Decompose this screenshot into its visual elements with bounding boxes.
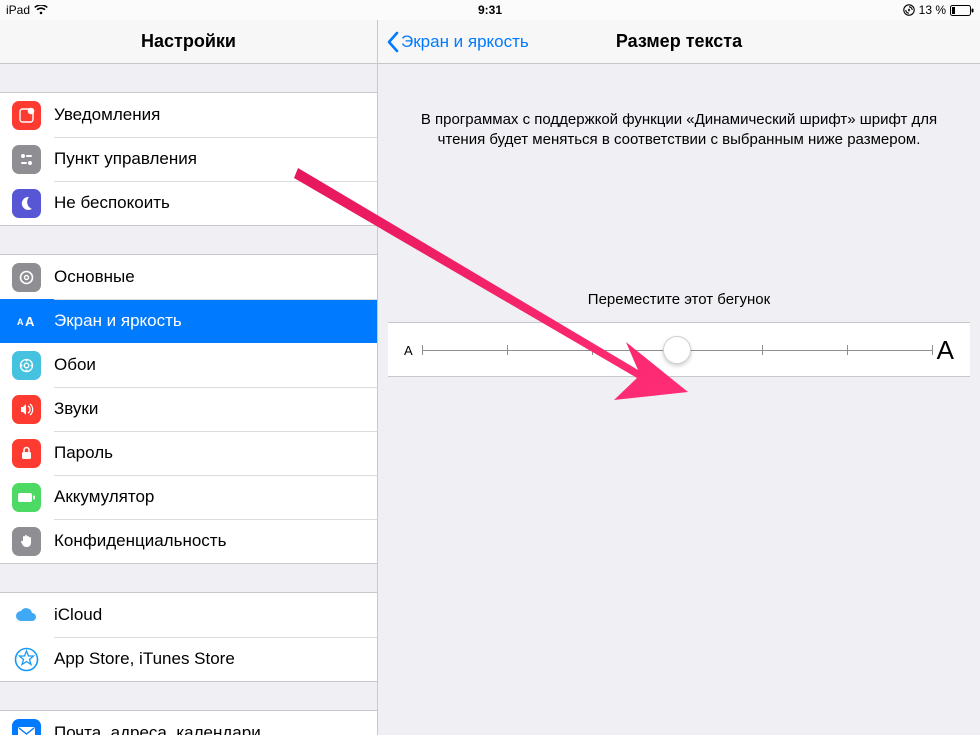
clock: 9:31 — [478, 0, 502, 20]
sidebar-item-notifications[interactable]: Уведомления — [0, 93, 377, 137]
chevron-left-icon — [386, 31, 399, 53]
sidebar: Настройки Уведомления Пункт управления — [0, 20, 378, 735]
sidebar-item-display[interactable]: AA Экран и яркость — [0, 299, 377, 343]
slider-tick — [592, 345, 593, 355]
sidebar-item-label: Почта, адреса, календари — [54, 723, 261, 735]
icloud-icon — [12, 601, 41, 630]
sidebar-item-battery[interactable]: Аккумулятор — [0, 475, 377, 519]
status-right: 13 % — [903, 0, 974, 20]
sidebar-item-label: Основные — [54, 267, 135, 287]
text-size-slider[interactable] — [422, 335, 932, 365]
description-text: В программах с поддержкой функции «Динам… — [378, 64, 980, 171]
sidebar-title: Настройки — [0, 20, 377, 64]
wifi-icon — [34, 5, 48, 15]
sidebar-item-wallpaper[interactable]: Обои — [0, 343, 377, 387]
battery-icon — [950, 5, 974, 16]
slider-tick — [932, 345, 933, 355]
sidebar-item-icloud[interactable]: iCloud — [0, 593, 377, 637]
svg-text:A: A — [25, 314, 35, 328]
slider-tick — [762, 345, 763, 355]
slider-tick — [422, 345, 423, 355]
sidebar-item-label: Пункт управления — [54, 149, 197, 169]
battery-large-icon — [12, 483, 41, 512]
device-name: iPad — [6, 0, 30, 20]
lock-icon — [12, 439, 41, 468]
sidebar-item-control-center[interactable]: Пункт управления — [0, 137, 377, 181]
slider-min-label: A — [404, 343, 422, 358]
wallpaper-icon — [12, 351, 41, 380]
dnd-icon — [12, 189, 41, 218]
hand-icon — [12, 527, 41, 556]
sidebar-item-label: Пароль — [54, 443, 113, 463]
sidebar-item-passcode[interactable]: Пароль — [0, 431, 377, 475]
sidebar-item-label: Экран и яркость — [54, 311, 182, 331]
status-left: iPad — [6, 0, 48, 20]
sidebar-item-label: Не беспокоить — [54, 193, 170, 213]
back-label: Экран и яркость — [401, 32, 529, 52]
battery-percent: 13 % — [919, 0, 946, 20]
sidebar-item-dnd[interactable]: Не беспокоить — [0, 181, 377, 225]
appstore-icon — [12, 645, 41, 674]
detail-pane: Экран и яркость Размер текста В программ… — [378, 20, 980, 735]
detail-title: Размер текста — [616, 31, 742, 52]
back-button[interactable]: Экран и яркость — [386, 20, 529, 64]
sidebar-item-sounds[interactable]: Звуки — [0, 387, 377, 431]
sidebar-item-label: Звуки — [54, 399, 98, 419]
sidebar-item-label: iCloud — [54, 605, 102, 625]
rotation-lock-icon — [903, 4, 915, 16]
svg-text:A: A — [17, 317, 24, 327]
sidebar-item-mail[interactable]: Почта, адреса, календари — [0, 711, 377, 735]
sound-icon — [12, 395, 41, 424]
text-size-icon: AA — [12, 307, 41, 336]
sidebar-item-label: Конфиденциальность — [54, 531, 226, 551]
sidebar-item-label: Аккумулятор — [54, 487, 154, 507]
mail-icon — [12, 719, 41, 735]
slider-knob[interactable] — [663, 336, 691, 364]
gear-icon — [12, 263, 41, 292]
slider-tick — [847, 345, 848, 355]
slider-tick — [507, 345, 508, 355]
sidebar-item-label: App Store, iTunes Store — [54, 649, 235, 669]
slider-caption: Переместите этот бегунок — [378, 291, 980, 308]
slider-max-label: A — [932, 335, 954, 366]
control-center-icon — [12, 145, 41, 174]
text-size-slider-panel: A A — [388, 322, 970, 377]
sidebar-item-label: Обои — [54, 355, 96, 375]
sidebar-item-general[interactable]: Основные — [0, 255, 377, 299]
notifications-icon — [12, 101, 41, 130]
sidebar-item-privacy[interactable]: Конфиденциальность — [0, 519, 377, 563]
sidebar-item-store[interactable]: App Store, iTunes Store — [0, 637, 377, 681]
sidebar-item-label: Уведомления — [54, 105, 160, 125]
